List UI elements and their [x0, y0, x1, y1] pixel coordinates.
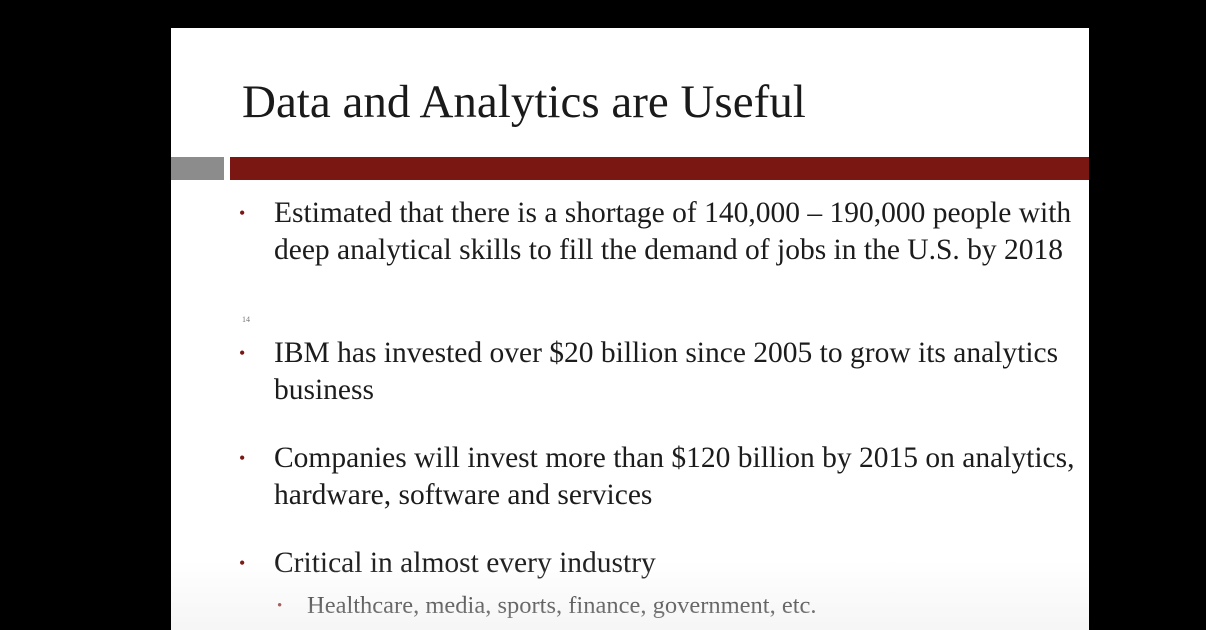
slide-number: 14: [242, 315, 250, 324]
sub-bullet-marker: •: [277, 598, 283, 614]
slide-title: Data and Analytics are Useful: [242, 76, 806, 128]
bullet-text: Critical in almost every industry: [274, 547, 656, 579]
bullet-marker: •: [239, 343, 246, 363]
bullet-marker: •: [239, 448, 246, 468]
presentation-slide: Data and Analytics are Useful • Estimate…: [171, 28, 1089, 630]
bullet-text: Companies will invest more than $120 bil…: [274, 442, 1075, 511]
video-frame: Data and Analytics are Useful • Estimate…: [0, 0, 1206, 630]
bullet-item-critical: • Critical in almost every industry: [239, 545, 1079, 582]
bullet-item-companies: • Companies will invest more than $120 b…: [239, 440, 1079, 514]
bullet-marker: •: [239, 203, 246, 223]
bullet-marker: •: [239, 553, 246, 573]
title-underline-red-bar: [230, 157, 1089, 180]
bullet-text: Estimated that there is a shortage of 14…: [274, 197, 1072, 266]
sub-bullet-text: Healthcare, media, sports, finance, gove…: [307, 592, 817, 619]
bullet-text: IBM has invested over $20 billion since …: [274, 337, 1059, 406]
title-underline-gray-block: [171, 157, 224, 180]
sub-bullet-item-industries: • Healthcare, media, sports, finance, go…: [277, 590, 1077, 622]
bullet-item-ibm: • IBM has invested over $20 billion sinc…: [239, 335, 1079, 409]
bullet-item-shortage: • Estimated that there is a shortage of …: [239, 195, 1079, 269]
